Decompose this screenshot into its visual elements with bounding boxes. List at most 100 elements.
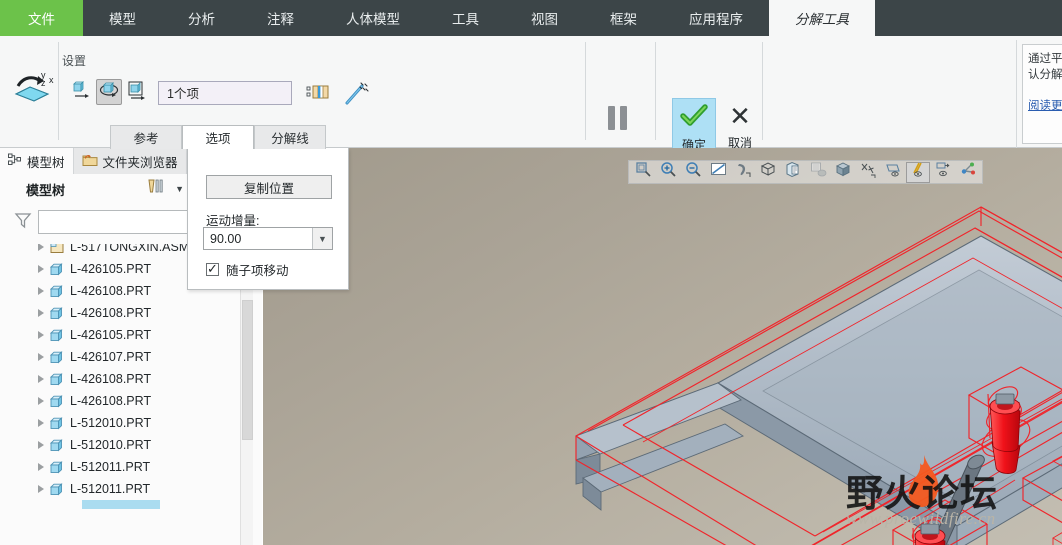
ribbon-tab-label: 视图: [531, 12, 558, 27]
motion-increment-value: 90.00: [210, 231, 242, 246]
expand-triangle-icon[interactable]: [38, 397, 44, 405]
tree-row[interactable]: L-426108.PRT: [0, 302, 262, 324]
tree-row-selected-partial[interactable]: [82, 500, 160, 509]
csys-display-button[interactable]: [956, 162, 980, 183]
tree-row[interactable]: L-512011.PRT: [0, 478, 262, 500]
point-display-button[interactable]: [931, 162, 955, 183]
tree-row[interactable]: L-512011.PRT: [0, 456, 262, 478]
scrollbar-thumb[interactable]: [242, 300, 253, 440]
magic-wand-icon[interactable]: [344, 80, 370, 111]
tree-item-label: L-426105.PRT: [70, 262, 152, 276]
translate-icon: [71, 80, 91, 105]
ribbon-tab-label: 工具: [452, 12, 479, 27]
ribbon-tab-view[interactable]: 视图: [505, 0, 584, 36]
motion-increment-combo[interactable]: 90.00 ▼: [203, 227, 333, 250]
chevron-down-icon[interactable]: ▼: [175, 184, 184, 194]
zoom-out-button[interactable]: [681, 162, 705, 183]
tree-row[interactable]: L-426105.PRT: [0, 324, 262, 346]
expand-triangle-icon[interactable]: [38, 244, 44, 251]
subtab-explode-line[interactable]: 分解线: [254, 125, 326, 149]
explode-move-icon[interactable]: y x z: [8, 64, 56, 112]
part-icon: [49, 395, 64, 408]
translate-move-button[interactable]: [68, 79, 94, 105]
subtab-options[interactable]: 选项: [182, 125, 254, 149]
checkbox-box[interactable]: [206, 260, 219, 277]
spin-center-button[interactable]: [731, 162, 755, 183]
sidebar-tab-folder-browser[interactable]: 文件夹浏览器: [72, 148, 187, 174]
ribbon-tab-analysis[interactable]: 分析: [162, 0, 241, 36]
subtab-reference[interactable]: 参考: [110, 125, 182, 149]
expand-triangle-icon[interactable]: [38, 375, 44, 383]
plane-move-button[interactable]: [124, 79, 150, 105]
subtab-label: 分解线: [271, 132, 309, 146]
repaint-icon: [710, 161, 727, 183]
expand-triangle-icon[interactable]: [38, 309, 44, 317]
layer-stack-button[interactable]: [806, 162, 830, 183]
spin-center-icon: [735, 161, 752, 183]
rotate-move-button[interactable]: [96, 79, 122, 105]
ribbon-tab-label: 模型: [109, 12, 136, 27]
selection-input[interactable]: 1个项: [158, 81, 292, 105]
cube-views-icon: [760, 161, 777, 183]
ribbon-tab-file[interactable]: 文件: [0, 0, 83, 36]
help-panel: 通过平 认分解 阅读更: [1022, 44, 1062, 144]
subtab-label: 参考: [133, 132, 159, 146]
expand-triangle-icon[interactable]: [38, 353, 44, 361]
cube-views-button[interactable]: [756, 162, 780, 183]
move-with-children-checkbox[interactable]: 随子项移动: [206, 260, 289, 279]
axis-display-button[interactable]: [906, 161, 930, 183]
cancel-button[interactable]: ✕ 取消: [718, 98, 762, 154]
tree-item-label: L-512011.PRT: [70, 460, 151, 474]
tree-item-label: L-426108.PRT: [70, 284, 152, 298]
point-eye-icon: [935, 161, 952, 183]
pause-button[interactable]: [608, 106, 627, 130]
ribbon-tab-bar: 文件 模型 分析 注释 人体模型 工具 视图 框架 应用程序 分解工具: [0, 0, 1062, 36]
expand-triangle-icon[interactable]: [38, 463, 44, 471]
tree-item-label: L-426108.PRT: [70, 372, 152, 386]
repaint-button[interactable]: [706, 162, 730, 183]
tree-row[interactable]: L-426108.PRT: [0, 368, 262, 390]
expand-triangle-icon[interactable]: [38, 485, 44, 493]
tree-row[interactable]: L-426107.PRT: [0, 346, 262, 368]
graphics-viewport[interactable]: 野火论坛 www.proewildfire.cn: [263, 148, 1062, 545]
part-icon: [49, 373, 64, 386]
ribbon-tab-explode-tool[interactable]: 分解工具: [769, 0, 875, 36]
ribbon-tab-manikin[interactable]: 人体模型: [320, 0, 426, 36]
tree-row[interactable]: L-426108.PRT: [0, 390, 262, 412]
model-tree-icon: [8, 153, 22, 170]
ribbon-tab-model[interactable]: 模型: [83, 0, 162, 36]
tree-row[interactable]: L-512010.PRT: [0, 412, 262, 434]
view-manager-button[interactable]: [781, 161, 805, 183]
datum-axes-button[interactable]: [856, 162, 880, 183]
help-panel-line-2: 认分解: [1028, 69, 1062, 81]
layers-icon[interactable]: [306, 81, 330, 110]
ribbon-tab-tools[interactable]: 工具: [426, 0, 505, 36]
sidebar-tab-model-tree[interactable]: 模型树: [0, 148, 73, 174]
ribbon-tab-framework[interactable]: 框架: [584, 0, 663, 36]
expand-triangle-icon[interactable]: [38, 331, 44, 339]
chevron-down-icon[interactable]: ▼: [312, 228, 332, 249]
filter-funnel-icon[interactable]: [14, 211, 32, 234]
shaded-cube-button[interactable]: [831, 162, 855, 183]
svg-text:x: x: [49, 75, 54, 85]
ribbon-tab-annotation[interactable]: 注释: [241, 0, 320, 36]
datum-plane-icon: [885, 161, 902, 183]
copy-position-button[interactable]: 复制位置: [206, 175, 332, 199]
datum-plane-button[interactable]: [881, 162, 905, 183]
expand-triangle-icon[interactable]: [38, 419, 44, 427]
tree-row[interactable]: L-512010.PRT: [0, 434, 262, 456]
tree-settings-icon[interactable]: [147, 178, 167, 201]
ok-button[interactable]: 确定: [672, 98, 716, 154]
expand-triangle-icon[interactable]: [38, 287, 44, 295]
shaded-cube-icon: [835, 161, 852, 183]
cad-model-render[interactable]: [263, 148, 1062, 545]
help-panel-link[interactable]: 阅读更: [1028, 97, 1062, 113]
zoom-in-button[interactable]: [656, 162, 680, 183]
axis-eye-icon: [910, 161, 927, 183]
expand-triangle-icon[interactable]: [38, 265, 44, 273]
checkmark-icon: [680, 104, 708, 133]
ribbon-tab-applications[interactable]: 应用程序: [663, 0, 769, 36]
part-icon: [49, 307, 64, 320]
zoom-fit-button[interactable]: [631, 162, 655, 183]
expand-triangle-icon[interactable]: [38, 441, 44, 449]
